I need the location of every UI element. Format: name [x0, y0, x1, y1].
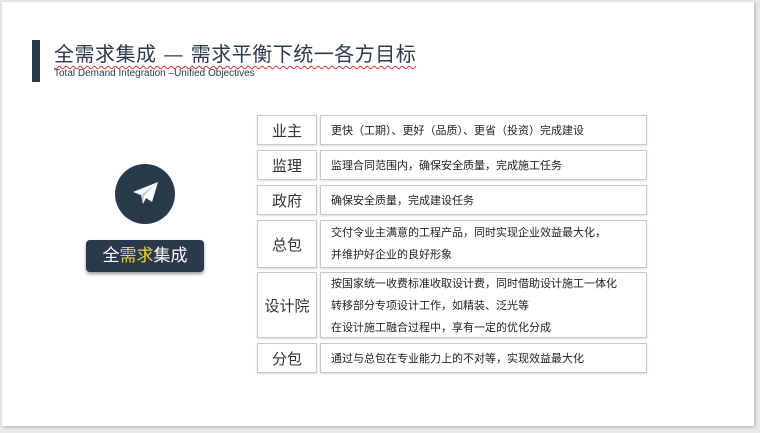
row-desc-general-contractor: 交付令业主满意的工程产品，同时实现企业效益最大化， 并维护好企业的良好形象: [320, 220, 647, 268]
desc-line: 确保安全质量，完成建设任务: [331, 193, 474, 207]
row-desc-subcontractor: 通过与总包在专业能力上的不对等，实现效益最大化: [320, 343, 647, 373]
row-desc-government: 确保安全质量，完成建设任务: [320, 185, 647, 215]
row-label-supervisor: 监理: [257, 150, 317, 180]
desc-line: 监理合同范围内，确保安全质量，完成施工任务: [331, 158, 562, 172]
row-label-general-contractor: 总包: [257, 220, 317, 268]
page-title: 全需求集成 — 需求平衡下统一各方目标: [54, 42, 417, 66]
desc-line: 交付令业主满意的工程产品，同时实现企业效益最大化，: [331, 226, 606, 239]
total-demand-badge: 全需求集成: [86, 240, 204, 272]
paper-plane-icon: [115, 164, 175, 224]
desc-line: 按国家统一收费标准收取设计费，同时借助设计施工一体化: [331, 277, 617, 290]
desc-line: 并维护好企业的良好形象: [331, 248, 452, 261]
row-desc-design-institute: 按国家统一收费标准收取设计费，同时借助设计施工一体化 转移部分专项设计工作，如精…: [320, 272, 647, 338]
row-desc-supervisor: 监理合同范围内，确保安全质量，完成施工任务: [320, 150, 647, 180]
badge-text-1: 全: [102, 246, 120, 266]
desc-line: 在设计施工融合过程中，享有一定的优化分成: [331, 321, 551, 334]
badge-highlight: 需求: [119, 246, 154, 266]
row-label-design-institute: 设计院: [257, 272, 317, 338]
page-subtitle: Total Demand Integration –Unified Object…: [54, 68, 255, 79]
badge-text-2: 集成: [153, 246, 188, 266]
slide: 全需求集成 — 需求平衡下统一各方目标 Total Demand Integra…: [2, 2, 754, 426]
desc-line: 转移部分专项设计工作，如精装、泛光等: [331, 299, 529, 312]
desc-line: 更快（工期）、更好（品质）、更省（投资）完成建设: [331, 123, 584, 137]
row-label-owner: 业主: [257, 115, 317, 145]
row-label-subcontractor: 分包: [257, 343, 317, 373]
row-label-government: 政府: [257, 185, 317, 215]
row-desc-owner: 更快（工期）、更好（品质）、更省（投资）完成建设: [320, 115, 647, 145]
title-accent-bar: [32, 40, 40, 82]
desc-line: 通过与总包在专业能力上的不对等，实现效益最大化: [331, 351, 584, 365]
